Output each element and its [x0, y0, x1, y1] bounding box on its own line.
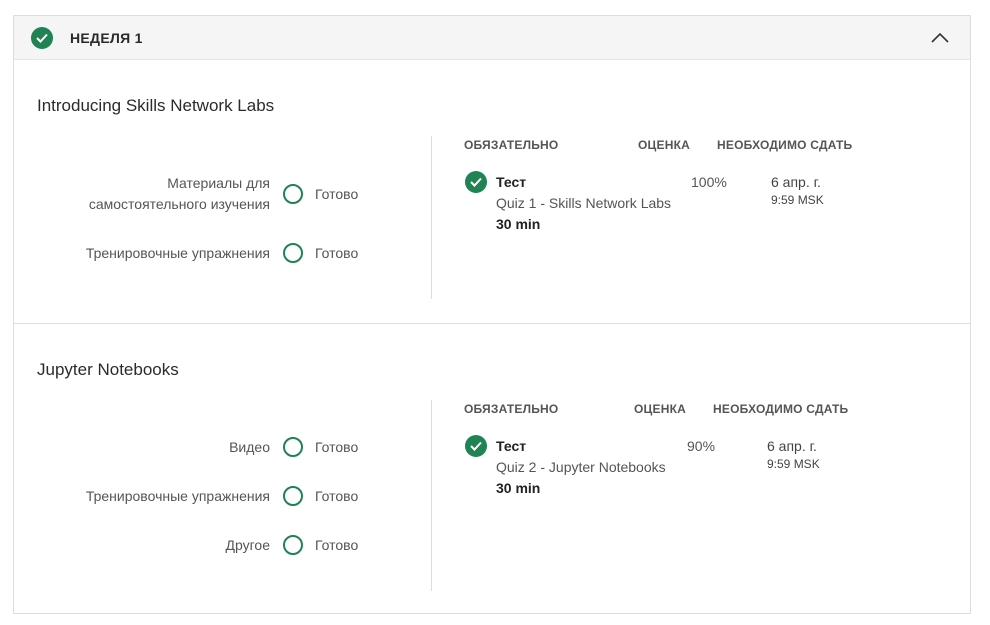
- task-grade: 100%: [691, 174, 727, 190]
- week-card: НЕДЕЛЯ 1 Introducing Skills Network Labs…: [13, 15, 971, 614]
- task-name-link[interactable]: Quiz 1 - Skills Network Labs: [496, 195, 671, 211]
- task-type[interactable]: Тест: [496, 438, 526, 454]
- status-circle-icon: [283, 535, 303, 555]
- item-status: Готово: [315, 245, 359, 261]
- task-grade: 90%: [687, 438, 716, 454]
- task-type[interactable]: Тест: [496, 174, 526, 190]
- item-label-materials[interactable]: Материалы для самостоятельного изучения: [89, 173, 270, 215]
- status-circle-icon: [283, 184, 303, 204]
- due-date: 6 апр. г.: [767, 438, 817, 454]
- item-status: Готово: [315, 186, 359, 202]
- status-circle-icon: [283, 243, 303, 263]
- item-label-line: Материалы для: [167, 175, 270, 191]
- week-header[interactable]: НЕДЕЛЯ 1: [14, 16, 970, 60]
- task-duration: 30 min: [496, 480, 541, 496]
- check-circle-icon: [465, 435, 487, 457]
- column-header-grade: ОЦЕНКА: [638, 138, 690, 152]
- section-title: Introducing Skills Network Labs: [37, 96, 275, 115]
- item-label-practice[interactable]: Тренировочные упражнения: [86, 243, 270, 264]
- item-status: Готово: [315, 439, 359, 455]
- column-header-due: НЕОБХОДИМО СДАТЬ: [713, 402, 849, 416]
- due-time: 9:59 MSK: [767, 457, 820, 471]
- chevron-up-icon[interactable]: [928, 28, 952, 48]
- check-circle-icon: [465, 171, 487, 193]
- status-circle-icon: [283, 437, 303, 457]
- item-label-line: самостоятельного изучения: [88, 196, 270, 212]
- due-date: 6 апр. г.: [771, 174, 821, 190]
- task-name-link[interactable]: Quiz 2 - Jupyter Notebooks: [496, 459, 666, 475]
- item-label-practice[interactable]: Тренировочные упражнения: [86, 486, 270, 507]
- column-header-required: ОБЯЗАТЕЛЬНО: [464, 402, 559, 416]
- item-status: Готово: [315, 537, 359, 553]
- item-label-video[interactable]: Видео: [229, 437, 270, 458]
- column-header-grade: ОЦЕНКА: [634, 402, 686, 416]
- item-label-other[interactable]: Другое: [226, 535, 270, 556]
- task-duration: 30 min: [496, 216, 541, 232]
- status-circle-icon: [283, 486, 303, 506]
- column-divider: [431, 400, 432, 591]
- item-status: Готово: [315, 488, 359, 504]
- column-header-required: ОБЯЗАТЕЛЬНО: [464, 138, 559, 152]
- due-time: 9:59 MSK: [771, 193, 824, 207]
- check-circle-icon: [31, 27, 53, 49]
- section-title: Jupyter Notebooks: [37, 360, 179, 379]
- section-divider: [14, 323, 970, 324]
- column-divider: [431, 136, 432, 299]
- column-header-due: НЕОБХОДИМО СДАТЬ: [717, 138, 853, 152]
- week-title: НЕДЕЛЯ 1: [70, 30, 143, 46]
